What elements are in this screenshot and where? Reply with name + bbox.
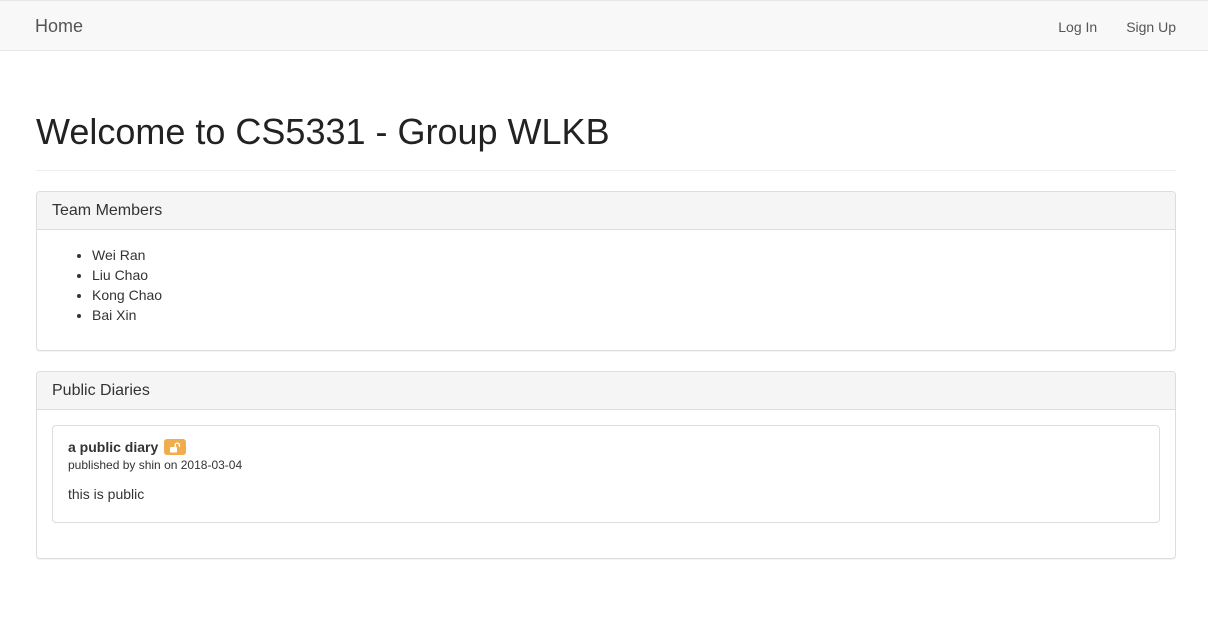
- list-item: Bai Xin: [92, 305, 1175, 325]
- nav-right: Log In Sign Up: [1058, 17, 1176, 37]
- team-members-panel: Team Members Wei Ran Liu Chao Kong Chao …: [36, 191, 1176, 351]
- diary-card: a public diary published by shin on 2018…: [52, 425, 1160, 523]
- diary-title[interactable]: a public diary: [68, 439, 158, 455]
- public-diaries-panel: Public Diaries a public diary published …: [36, 371, 1176, 559]
- page-title: Welcome to CS5331 - Group WLKB: [36, 111, 610, 152]
- panel-title: Public Diaries: [52, 382, 150, 399]
- list-item: Kong Chao: [92, 285, 1175, 305]
- panel-title: Team Members: [52, 202, 163, 219]
- member-list: Wei Ran Liu Chao Kong Chao Bai Xin: [37, 245, 1175, 325]
- diary-body: this is public: [68, 486, 145, 502]
- panel-heading: Public Diaries: [37, 372, 1175, 410]
- diary-meta: published by shin on 2018-03-04: [68, 458, 243, 472]
- navbar: Home Log In Sign Up: [0, 0, 1208, 51]
- home-link[interactable]: Home: [35, 15, 83, 37]
- signup-link[interactable]: Sign Up: [1126, 17, 1176, 37]
- login-link[interactable]: Log In: [1058, 17, 1097, 37]
- list-item: Wei Ran: [92, 245, 1175, 265]
- page-header: Welcome to CS5331 - Group WLKB: [36, 110, 1176, 171]
- diary-title-row: a public diary: [68, 437, 1144, 457]
- unlock-icon: [164, 439, 187, 455]
- panel-heading: Team Members: [37, 192, 1175, 230]
- list-item: Liu Chao: [92, 265, 1175, 285]
